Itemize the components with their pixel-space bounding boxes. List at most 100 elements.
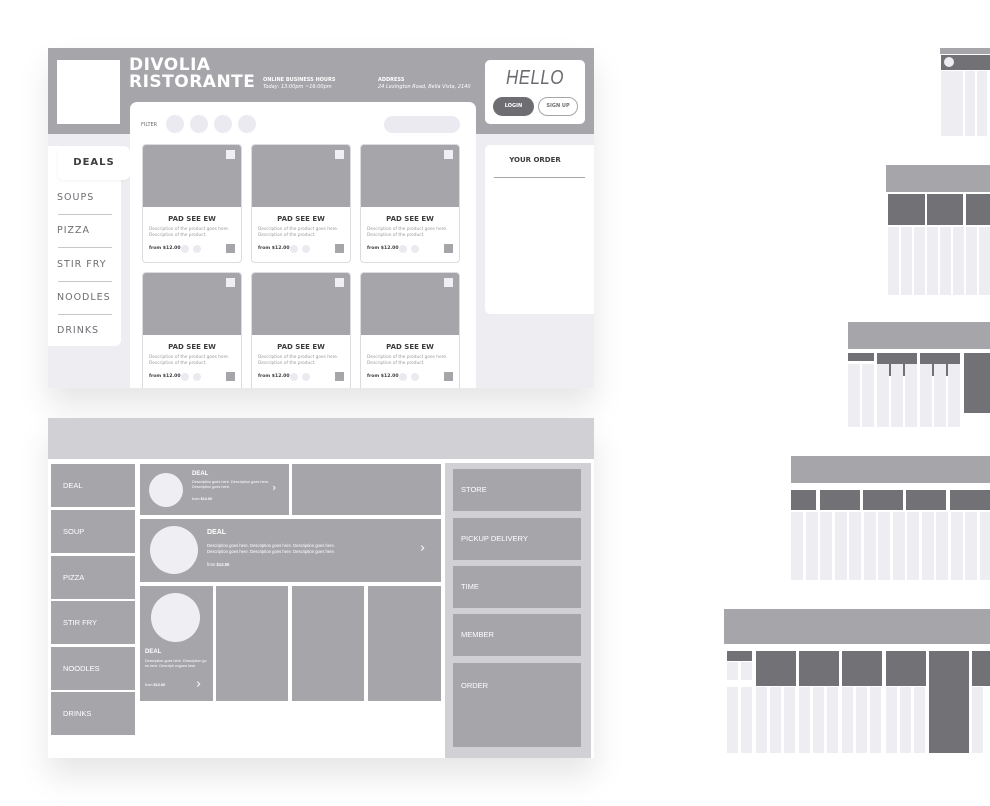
chevron-right-icon[interactable]: ›: [420, 541, 425, 556]
favorite-checkbox[interactable]: [226, 150, 235, 159]
option-dot[interactable]: [399, 245, 407, 253]
category-noodles[interactable]: NOODLES: [51, 647, 135, 690]
pickup-delivery-option[interactable]: PICKUP DELIVERY: [453, 518, 581, 560]
logo-placeholder: [57, 60, 120, 124]
sidebar-item-noodles[interactable]: NOODLES: [57, 292, 112, 303]
grid-column: [951, 512, 963, 580]
chevron-right-icon[interactable]: ›: [272, 481, 276, 494]
grid-column: [965, 512, 977, 580]
product-description: Description of the product goes here. De…: [367, 227, 448, 238]
add-to-cart-button[interactable]: [335, 244, 344, 253]
grid-column: [914, 687, 925, 753]
add-to-cart-button[interactable]: [335, 372, 344, 381]
deal-price: from $12.00: [192, 497, 212, 501]
divider: [58, 247, 112, 248]
category-soup[interactable]: SOUP: [51, 510, 135, 553]
grid-column: [888, 227, 899, 295]
signup-button[interactable]: SIGN UP: [538, 97, 578, 116]
deal-description: Description goes here. Description goes …: [207, 543, 407, 554]
deal-tile-wide[interactable]: DEAL Description goes here. Description …: [140, 519, 441, 582]
product-card[interactable]: PAD SEE EW Description of the product goe…: [251, 272, 351, 388]
description-line: Description goes here. Description goes …: [207, 548, 336, 554]
grid-column: [920, 364, 932, 427]
category-drinks[interactable]: DRINKS: [51, 692, 135, 735]
grid-column: [934, 364, 946, 427]
category-pizza[interactable]: PIZZA: [51, 556, 135, 599]
grid-column: [980, 512, 990, 580]
filter-chip[interactable]: [238, 115, 256, 133]
grid-block: [799, 651, 839, 686]
order-option[interactable]: ORDER: [453, 663, 581, 747]
option-dot[interactable]: [181, 245, 189, 253]
sidebar-item-stir-fry[interactable]: STIR FRY: [57, 259, 112, 270]
grid-column: [901, 227, 912, 295]
grid-column: [922, 512, 934, 580]
product-card[interactable]: PAD SEE EW Description of the product goe…: [142, 272, 242, 388]
grid-block: [888, 194, 925, 225]
add-to-cart-button[interactable]: [226, 244, 235, 253]
grid-column: [849, 512, 861, 580]
option-dot[interactable]: [290, 373, 298, 381]
add-to-cart-button[interactable]: [444, 372, 453, 381]
time-option[interactable]: TIME: [453, 566, 581, 608]
option-dot[interactable]: [302, 373, 310, 381]
address-label: ADDRESS: [378, 77, 405, 83]
price-prefix: from: [192, 497, 200, 501]
deal-image: [150, 526, 198, 574]
option-dot[interactable]: [411, 373, 419, 381]
product-price: from $12.00: [258, 246, 290, 251]
address-value: 24 Lexington Road, Bella Vista, 2140: [378, 84, 471, 90]
option-dot[interactable]: [181, 373, 189, 381]
favorite-checkbox[interactable]: [335, 150, 344, 159]
deal-tile-tall[interactable]: DEAL Description goes here. Description …: [140, 586, 213, 701]
hours-label: ONLINE BUSINESS HOURS: [263, 77, 336, 83]
grid-column: [820, 512, 832, 580]
chevron-right-icon[interactable]: ›: [196, 677, 201, 692]
filter-chip[interactable]: [166, 115, 184, 133]
search-input[interactable]: [384, 116, 460, 133]
store-option[interactable]: STORE: [453, 469, 581, 511]
sidebar-item-soups[interactable]: SOUPS: [57, 192, 112, 203]
category-deal[interactable]: DEAL: [51, 464, 135, 507]
grid-block: [863, 490, 903, 510]
filter-chip[interactable]: [214, 115, 232, 133]
deal-tile-small[interactable]: DEAL Description goes here. Description …: [140, 464, 289, 515]
grid-column: [886, 687, 897, 753]
product-card[interactable]: PAD SEE EW Description of the product goe…: [142, 144, 242, 263]
add-to-cart-button[interactable]: [226, 372, 235, 381]
option-dot[interactable]: [193, 245, 201, 253]
favorite-checkbox[interactable]: [335, 278, 344, 287]
grid-column: [936, 512, 948, 580]
option-dot[interactable]: [302, 245, 310, 253]
product-card[interactable]: PAD SEE EW Description of the product goe…: [360, 272, 460, 388]
grid-column: [966, 227, 977, 295]
product-description: Description of the product goes here. De…: [258, 227, 339, 238]
grid-column: [862, 364, 874, 427]
grid-column: [953, 227, 964, 295]
grid-header: [886, 165, 990, 192]
grid-column: [972, 687, 983, 753]
member-option[interactable]: MEMBER: [453, 614, 581, 656]
product-card[interactable]: PAD SEE EW Description of the product goe…: [360, 144, 460, 263]
grid-block: [820, 490, 860, 510]
option-dot[interactable]: [193, 373, 201, 381]
category-stir-fry[interactable]: STIR FRY: [51, 601, 135, 644]
sidebar-item-deals[interactable]: DEALS: [58, 146, 130, 180]
grid-block: [950, 490, 990, 510]
add-to-cart-button[interactable]: [444, 244, 453, 253]
sidebar-item-drinks[interactable]: DRINKS: [57, 325, 112, 336]
login-button[interactable]: LOGIN: [493, 97, 534, 116]
grid-column: [856, 687, 867, 753]
option-dot[interactable]: [411, 245, 419, 253]
favorite-checkbox[interactable]: [444, 150, 453, 159]
favorite-checkbox[interactable]: [226, 278, 235, 287]
grid-column: [791, 512, 803, 580]
sidebar-item-pizza[interactable]: PIZZA: [57, 225, 112, 236]
divider: [58, 281, 112, 282]
favorite-checkbox[interactable]: [444, 278, 453, 287]
option-dot[interactable]: [290, 245, 298, 253]
product-description: Description of the product goes here. De…: [149, 227, 230, 238]
filter-chip[interactable]: [190, 115, 208, 133]
product-card[interactable]: PAD SEE EW Description of the product goe…: [251, 144, 351, 263]
option-dot[interactable]: [399, 373, 407, 381]
